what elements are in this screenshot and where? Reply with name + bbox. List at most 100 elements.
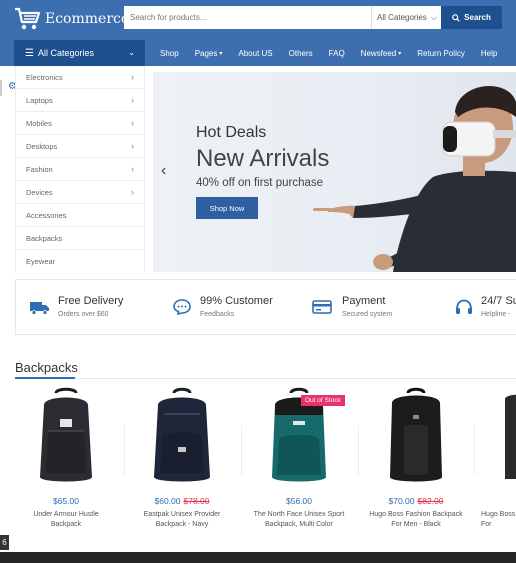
nav-link-label: Shop [160, 48, 179, 58]
category-list: Electronics › Laptops › Mobiles › Desktops ›… [15, 66, 145, 272]
category-select-label: All Categories [377, 13, 427, 22]
category-item-laptops[interactable]: Laptops › [16, 89, 144, 112]
vr-man-image [313, 85, 516, 272]
all-categories-label: All Categories [37, 48, 94, 58]
category-label: Eyewear [26, 257, 56, 266]
product-price: $60.00 $78.00 [124, 496, 240, 506]
chevron-right-icon: › [131, 164, 134, 174]
product-name-line: Eastpak Unisex Provider [143, 511, 221, 518]
nav-link-label: Return Policy [417, 48, 465, 58]
chevron-right-icon: › [131, 141, 134, 151]
logo[interactable]: Ecommerce [14, 5, 129, 33]
product-name-line: Hugo Boss Fashion Backpack [369, 511, 463, 518]
feature-support: 24/7 Su Helpline - [448, 280, 516, 336]
feature-payment: Payment Secured system [306, 280, 446, 336]
chevron-right-icon: › [131, 95, 134, 105]
product-price: $56.00 [241, 496, 357, 506]
chevron-down-icon: ⌄ [128, 48, 135, 57]
nav-link-faq[interactable]: FAQ [321, 49, 353, 58]
product-card[interactable]: $70.00 $82.00 Hugo Boss Fashion Backpack … [358, 385, 474, 545]
product-price: $65.00 [8, 496, 124, 506]
product-card[interactable]: Hugo Boss For [475, 385, 516, 545]
category-item-electronics[interactable]: Electronics › [16, 66, 144, 89]
nav-link-help[interactable]: Help [473, 49, 505, 58]
category-select[interactable]: All Categories ⌵ [371, 6, 441, 29]
cart-icon [15, 7, 41, 30]
search-bar: All Categories ⌵ Search [124, 6, 502, 29]
chevron-right-icon: › [131, 72, 134, 82]
bottom-bar [0, 552, 516, 563]
search-button-label: Search [464, 13, 491, 22]
nav-link-newsfeed[interactable]: Newsfeed ▾ [353, 49, 410, 58]
old-price: $78.00 [183, 496, 210, 506]
category-item-accessories[interactable]: Accessories [16, 204, 144, 227]
current-price: $65.00 [53, 496, 79, 506]
nav-link-others[interactable]: Others [281, 49, 321, 58]
nav-link-pages[interactable]: Pages ▾ [187, 49, 231, 58]
headset-icon [456, 299, 472, 314]
nav-link-shop[interactable]: Shop [152, 49, 187, 58]
nav-link-label: Help [480, 48, 498, 58]
feature-subtitle: Secured system [342, 311, 393, 318]
feature-free-delivery: Free Delivery Orders over $60 [16, 280, 156, 336]
current-price: $56.00 [286, 496, 312, 506]
backpack-image [505, 394, 516, 479]
backpack-image [40, 387, 92, 482]
category-label: Mobiles [26, 118, 52, 128]
search-button[interactable]: Search [441, 6, 502, 29]
product-card[interactable]: Out of Stock $56.00 The North Face Unise… [241, 385, 357, 545]
hero-banner: ‹ Hot Deals New Arrivals 40% off on firs… [153, 72, 516, 272]
product-card[interactable]: $60.00 $78.00 Eastpak Unisex Provider Bac… [124, 385, 240, 545]
product-name-line: For [481, 521, 492, 528]
category-label: Laptops [26, 95, 53, 105]
product-name[interactable]: Hugo Boss For [481, 510, 516, 530]
old-price: $82.00 [417, 496, 444, 506]
backpack-image [154, 387, 210, 482]
chevron-down-icon: ⌵ [430, 12, 437, 22]
out-of-stock-badge: Out of Stock [301, 395, 345, 406]
category-item-eyewear[interactable]: Eyewear [16, 250, 144, 273]
hero-subtitle: Hot Deals [196, 124, 267, 141]
nav-link-about[interactable]: About US [230, 49, 280, 58]
nav-link-label: About US [238, 48, 273, 58]
chat-icon [173, 299, 191, 315]
category-item-mobiles[interactable]: Mobiles › [16, 112, 144, 135]
category-label: Devices [26, 187, 53, 197]
current-price: $70.00 [388, 496, 415, 506]
nav-link-return-policy[interactable]: Return Policy [409, 49, 473, 58]
product-name-line: Backpack - Navy [155, 521, 209, 528]
main-nav: ☰ All Categories ⌄ Shop Pages ▾ About US … [0, 40, 516, 66]
category-label: Backpacks [26, 233, 63, 243]
all-categories-button[interactable]: ☰ All Categories ⌄ [14, 40, 145, 66]
category-item-backpacks[interactable]: Backpacks [16, 227, 144, 250]
feature-title: Free Delivery [58, 295, 124, 307]
category-item-fashion[interactable]: Fashion › [16, 158, 144, 181]
search-input[interactable] [124, 6, 371, 29]
chevron-left-icon[interactable]: ‹ [161, 162, 166, 180]
product-card[interactable]: $65.00 Under Armour Hustle Backpack [8, 385, 124, 545]
product-name[interactable]: Under Armour Hustle Backpack [8, 510, 124, 530]
product-name-line: The North Face Unisex Sport [253, 511, 345, 518]
menu-icon: ☰ [25, 47, 34, 59]
chevron-down-icon: ▾ [398, 50, 402, 57]
product-price: $70.00 $82.00 [358, 496, 474, 506]
shop-now-button[interactable]: Shop Now [196, 197, 258, 219]
category-item-desktops[interactable]: Desktops › [16, 135, 144, 158]
category-item-devices[interactable]: Devices › [16, 181, 144, 204]
category-label: Accessories [26, 210, 67, 220]
product-name[interactable]: Hugo Boss Fashion Backpack For Men - Bla… [358, 510, 474, 530]
product-name-line: Hugo Boss [481, 511, 516, 518]
features-bar: Free Delivery Orders over $60 99% Custom… [15, 279, 516, 335]
nav-links: Shop Pages ▾ About US Others FAQ Newsfeed… [152, 40, 505, 66]
category-label: Fashion [26, 164, 53, 174]
feature-subtitle: Orders over $60 [58, 311, 109, 318]
current-price: $60.00 [154, 496, 181, 506]
top-header: Ecommerce All Categories ⌵ Search [0, 0, 516, 40]
search-icon [452, 13, 460, 22]
product-name[interactable]: Eastpak Unisex Provider Backpack - Navy [124, 510, 240, 530]
product-name-line: Under Armour Hustle [33, 511, 99, 518]
chevron-down-icon: ▾ [219, 50, 223, 57]
category-label: Electronics [26, 72, 63, 82]
nav-link-label: Newsfeed [360, 48, 397, 58]
product-name[interactable]: The North Face Unisex Sport Backpack, Mu… [241, 510, 357, 530]
